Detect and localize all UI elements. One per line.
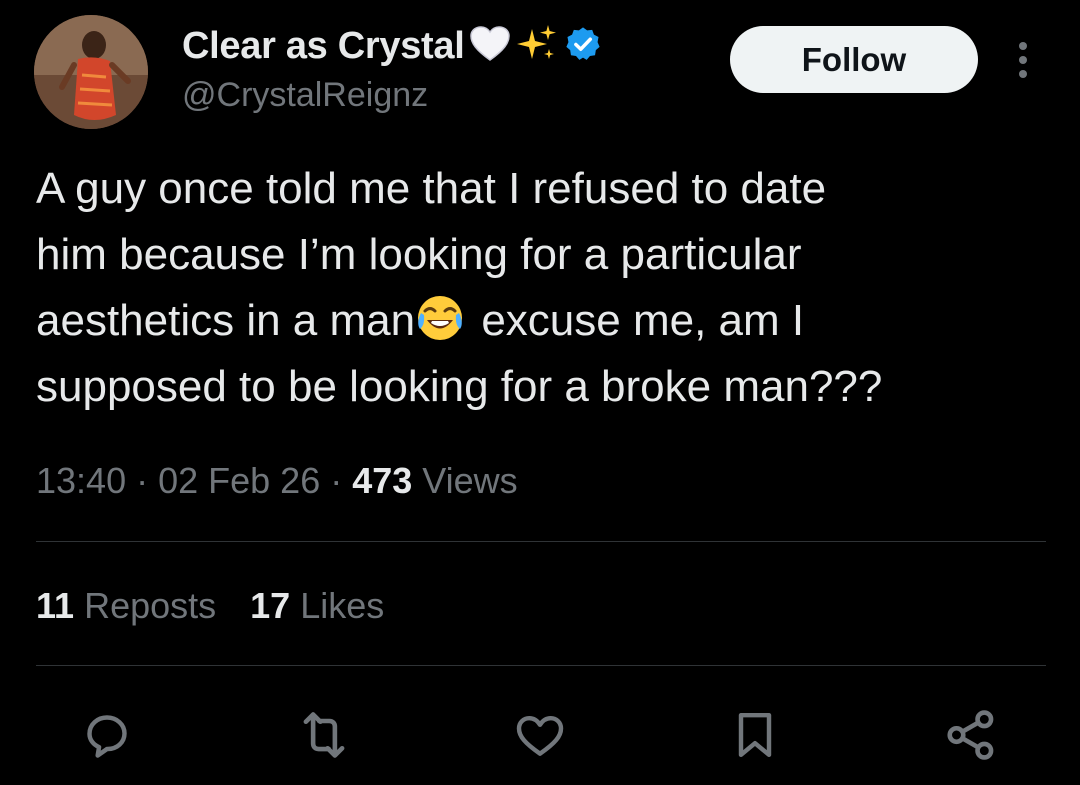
tweet-text: A guy once told me that I refused to dat… [36,156,1046,420]
tweet-meta: 13:40 · 02 Feb 26 · 473 Views [36,460,518,502]
divider [36,665,1046,666]
bookmark-icon [738,712,772,758]
divider [36,541,1046,542]
share-icon [947,710,994,760]
bookmark-button[interactable] [720,700,790,770]
tweet-line: A guy once told me that I refused to dat… [36,164,827,213]
likes-stat[interactable]: 17 Likes [250,585,384,627]
more-options-button[interactable] [1008,38,1038,82]
views-label[interactable]: Views [412,460,517,501]
white-heart-icon [470,25,511,67]
follow-button[interactable]: Follow [730,26,978,93]
author-handle[interactable]: @CrystalReignz [182,76,428,115]
verified-badge-icon[interactable] [564,25,602,68]
more-vertical-icon [1019,42,1027,78]
tweet-time[interactable]: 13:40 [36,460,126,501]
tweet-date[interactable]: 02 Feb 26 [158,460,320,501]
share-button[interactable] [936,700,1006,770]
avatar[interactable] [34,15,148,129]
likes-count: 17 [250,585,291,626]
reposts-count: 11 [36,585,75,626]
repost-icon [303,712,345,758]
repost-button[interactable] [289,700,359,770]
likes-label: Likes [290,585,385,626]
views-count[interactable]: 473 [352,460,412,501]
author-name-row[interactable]: Clear as Crystal [182,24,602,68]
tweet-line-with-emoji: aesthetics in a man excuse me, am I [36,288,1046,354]
action-bar [0,700,1080,770]
sparkles-icon [516,23,558,70]
reply-button[interactable] [72,700,142,770]
meta-separator: · [320,460,353,501]
like-button[interactable] [505,700,575,770]
avatar-image [34,15,148,129]
reply-icon [87,715,127,758]
tweet-line-part: excuse me, am I [469,296,805,345]
tweet-line-part: aesthetics in a man [36,296,416,345]
meta-separator: · [126,460,159,501]
tweet-line: him because I’m looking for a particular [36,230,802,279]
reposts-label: Reposts [74,585,217,626]
like-icon [516,715,564,756]
face-with-tears-of-joy-icon [418,296,463,340]
tweet-stats: 11 Reposts 17 Likes [36,585,384,627]
author-display-name[interactable]: Clear as Crystal [182,25,465,68]
tweet-line: supposed to be looking for a broke man??… [36,362,883,411]
reposts-stat[interactable]: 11 Reposts [36,585,216,627]
